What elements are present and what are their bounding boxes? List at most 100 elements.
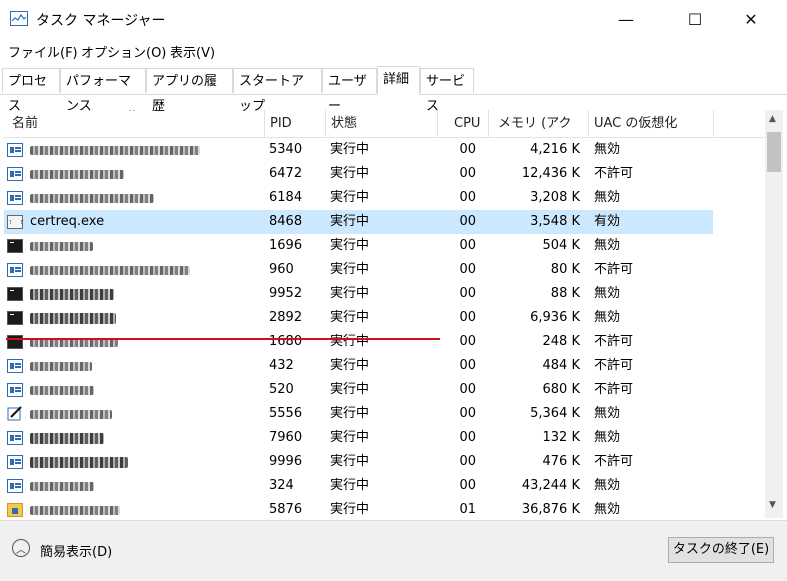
column-header: ^ 名前 PID 状態 CPU メモリ (アクテ... UAC の仮想化 bbox=[4, 110, 765, 138]
process-cpu: 00 bbox=[459, 238, 476, 253]
process-name bbox=[30, 474, 94, 498]
table-row[interactable]: 324 実行中 00 43,244 K 無効 bbox=[4, 474, 713, 498]
table-row[interactable]: 960 実行中 00 80 K 不許可 bbox=[4, 258, 713, 282]
tab-performance[interactable]: パフォーマンス bbox=[60, 68, 146, 114]
process-uac: 不許可 bbox=[594, 382, 634, 397]
column-pid[interactable]: PID bbox=[270, 110, 292, 137]
table-row[interactable]: 7960 実行中 00 132 K 無効 bbox=[4, 426, 713, 450]
tab-bar: プロセス パフォーマンス アプリの履歴 スタートアップ ユーザー 詳細 サービス bbox=[0, 66, 787, 114]
process-cpu: 00 bbox=[459, 214, 476, 229]
process-status: 実行中 bbox=[330, 166, 370, 181]
tab-services[interactable]: サービス bbox=[420, 68, 474, 114]
process-list: ^ 名前 PID 状態 CPU メモリ (アクテ... UAC の仮想化 534… bbox=[4, 110, 765, 518]
minimize-icon: — bbox=[618, 9, 634, 29]
app-window-icon bbox=[7, 455, 23, 469]
process-pid: 5556 bbox=[269, 406, 303, 421]
app-window-icon bbox=[7, 143, 23, 157]
process-memory: 248 K bbox=[542, 334, 580, 349]
process-cpu: 00 bbox=[459, 478, 476, 493]
process-pid: 2892 bbox=[269, 310, 303, 325]
table-row[interactable]: 9952 実行中 00 88 K 無効 bbox=[4, 282, 713, 306]
process-uac: 無効 bbox=[594, 238, 621, 253]
table-row[interactable]: 5556 実行中 00 5,364 K 無効 bbox=[4, 402, 713, 426]
process-cpu: 00 bbox=[459, 166, 476, 181]
menu-bar: ファイル(F) オプション(O) 表示(V) bbox=[0, 38, 787, 62]
table-row[interactable]: 1696 実行中 00 504 K 無効 bbox=[4, 234, 713, 258]
process-status: 実行中 bbox=[330, 286, 370, 301]
scroll-down-icon[interactable]: ▼ bbox=[769, 500, 776, 510]
column-name[interactable]: 名前 bbox=[12, 110, 38, 137]
process-name bbox=[30, 258, 190, 282]
process-pid: 9996 bbox=[269, 454, 303, 469]
tab-app-history[interactable]: アプリの履歴 bbox=[146, 68, 233, 114]
process-uac: 不許可 bbox=[594, 454, 634, 469]
process-status: 実行中 bbox=[330, 334, 370, 349]
process-uac: 不許可 bbox=[594, 358, 634, 373]
tab-users[interactable]: ユーザー bbox=[322, 68, 377, 114]
process-status: 実行中 bbox=[330, 478, 370, 493]
process-memory: 88 K bbox=[550, 286, 580, 301]
redacted-name bbox=[30, 194, 154, 203]
menu-options[interactable]: オプション(O) bbox=[81, 42, 166, 61]
maximize-button[interactable]: ☐ bbox=[672, 0, 718, 38]
pen-icon bbox=[7, 405, 23, 421]
process-pid: 520 bbox=[269, 382, 294, 397]
column-cpu[interactable]: CPU bbox=[454, 110, 480, 137]
table-row[interactable]: 9996 実行中 00 476 K 不許可 bbox=[4, 450, 713, 474]
console-icon bbox=[7, 287, 23, 301]
end-task-button[interactable]: タスクの終了(E) bbox=[668, 537, 774, 563]
process-cpu: 00 bbox=[459, 310, 476, 325]
column-status[interactable]: 状態 bbox=[331, 110, 357, 137]
process-status: 実行中 bbox=[330, 142, 370, 157]
scroll-up-icon[interactable]: ▲ bbox=[769, 114, 776, 124]
table-row[interactable]: 6184 実行中 00 3,208 K 無効 bbox=[4, 186, 713, 210]
process-memory: 680 K bbox=[542, 382, 580, 397]
fewer-details-link[interactable]: 簡易表示(D) bbox=[40, 541, 112, 560]
app-window-icon bbox=[7, 383, 23, 397]
process-status: 実行中 bbox=[330, 238, 370, 253]
vertical-scrollbar[interactable]: ▲ ▼ bbox=[765, 110, 783, 518]
process-uac: 有効 bbox=[594, 214, 621, 229]
process-status: 実行中 bbox=[330, 382, 370, 397]
table-row[interactable]: 432 実行中 00 484 K 不許可 bbox=[4, 354, 713, 378]
process-name bbox=[30, 378, 94, 402]
process-cpu: 00 bbox=[459, 334, 476, 349]
process-status: 実行中 bbox=[330, 262, 370, 277]
table-row[interactable]: 5876 実行中 01 36,876 K 無効 bbox=[4, 498, 713, 518]
redacted-name bbox=[30, 457, 128, 468]
table-row[interactable]: 520 実行中 00 680 K 不許可 bbox=[4, 378, 713, 402]
process-name bbox=[30, 330, 118, 354]
minimize-button[interactable]: — bbox=[603, 0, 649, 38]
process-pid: 432 bbox=[269, 358, 294, 373]
table-row[interactable]: 5340 実行中 00 4,216 K 無効 bbox=[4, 138, 713, 162]
process-name bbox=[30, 402, 112, 426]
table-row[interactable]: 6472 実行中 00 12,436 K 不許可 bbox=[4, 162, 713, 186]
redacted-name bbox=[30, 362, 92, 371]
column-memory[interactable]: メモリ (アクテ... bbox=[498, 110, 588, 137]
tab-processes[interactable]: プロセス bbox=[2, 68, 60, 114]
redacted-name bbox=[30, 410, 112, 419]
table-row[interactable]: 1680 実行中 00 248 K 不許可 bbox=[4, 330, 713, 354]
highlight-underline bbox=[6, 338, 440, 340]
menu-file[interactable]: ファイル(F) bbox=[8, 42, 78, 61]
app-window-icon bbox=[7, 167, 23, 181]
process-name bbox=[30, 426, 104, 450]
process-memory: 36,876 K bbox=[521, 502, 580, 517]
process-cpu: 00 bbox=[459, 430, 476, 445]
table-row[interactable]: 2892 実行中 00 6,936 K 無効 bbox=[4, 306, 713, 330]
column-uac[interactable]: UAC の仮想化 bbox=[594, 110, 677, 137]
process-memory: 80 K bbox=[550, 262, 580, 277]
menu-view[interactable]: 表示(V) bbox=[170, 42, 215, 61]
tab-details[interactable]: 詳細 bbox=[377, 66, 420, 95]
process-uac: 無効 bbox=[594, 310, 621, 325]
close-button[interactable]: ✕ bbox=[728, 0, 774, 38]
scrollbar-thumb[interactable] bbox=[767, 132, 781, 172]
tab-startup[interactable]: スタートアップ bbox=[233, 68, 322, 114]
app-window-icon bbox=[7, 479, 23, 493]
process-uac: 無効 bbox=[594, 286, 621, 301]
table-row[interactable]: certreq.exe 8468 実行中 00 3,548 K 有効 bbox=[4, 210, 713, 234]
process-memory: 43,244 K bbox=[521, 478, 580, 493]
collapse-chevron-icon[interactable]: ︿ bbox=[12, 539, 30, 557]
process-memory: 476 K bbox=[542, 454, 580, 469]
process-memory: 3,208 K bbox=[530, 190, 580, 205]
